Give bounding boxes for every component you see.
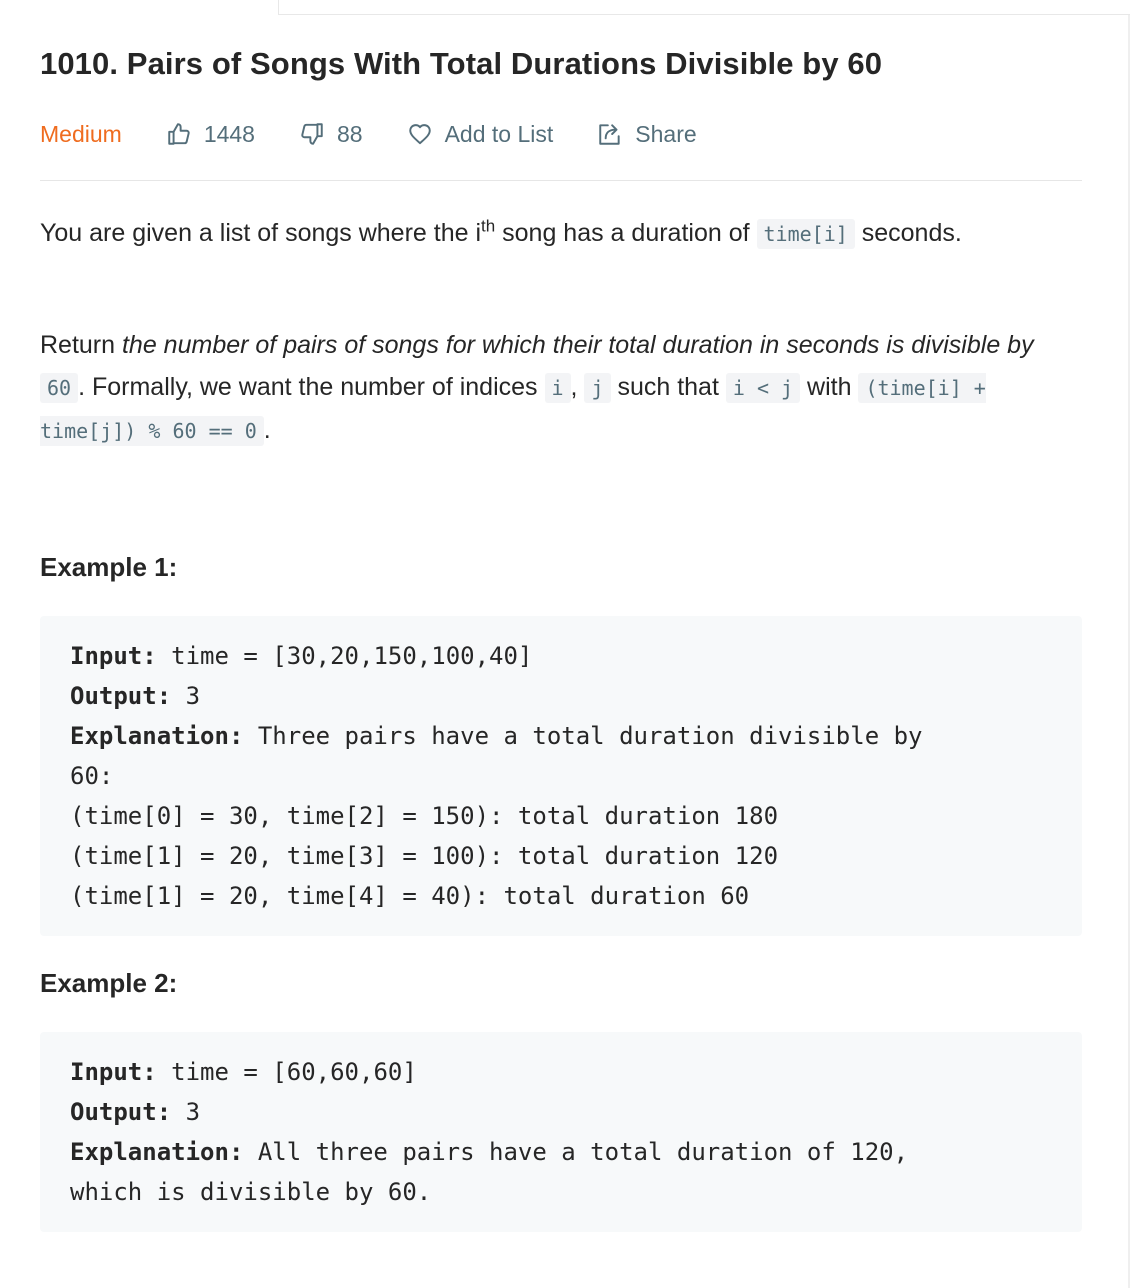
example-explanation-line: Explanation: Three pairs have a total du… — [70, 716, 1052, 756]
example-output-line: Output: 3 — [70, 676, 1052, 716]
output-label: Output: — [70, 1098, 172, 1126]
add-to-list-button[interactable]: Add to List — [407, 120, 554, 148]
desc-text: Return — [40, 331, 122, 359]
input-label: Input: — [70, 642, 157, 670]
example-input-line: Input: time = [30,20,150,100,40] — [70, 636, 1052, 676]
thumbs-up-icon — [168, 123, 190, 145]
dislike-count: 88 — [336, 120, 363, 147]
example-1-block: Input: time = [30,20,150,100,40] Output:… — [40, 616, 1082, 936]
desc-text: . — [263, 416, 271, 444]
example-explanation-line: (time[0] = 30, time[2] = 150): total dur… — [70, 802, 779, 830]
share-button[interactable]: Share — [597, 120, 697, 148]
desc-text: seconds. — [854, 219, 962, 247]
desc-superscript: th — [481, 216, 496, 236]
description-paragraph-2: Return the number of pairs of songs for … — [40, 324, 1070, 452]
header-divider — [40, 180, 1082, 181]
desc-text: with — [800, 373, 859, 401]
explanation-label: Explanation: — [70, 1138, 244, 1166]
heart-icon — [408, 124, 431, 145]
output-value: 3 — [171, 1098, 201, 1126]
problem-title: 1010. Pairs of Songs With Total Duration… — [40, 46, 883, 81]
desc-text: You are given a list of songs where the … — [40, 219, 482, 247]
description-paragraph-1: You are given a list of songs where the … — [40, 212, 1070, 255]
desc-text: , — [570, 373, 585, 401]
explanation-label: Explanation: — [70, 722, 244, 750]
inline-code: 60 — [40, 373, 79, 403]
share-label: Share — [635, 120, 697, 147]
inline-code: time[i] — [756, 219, 855, 249]
add-to-list-label: Add to List — [444, 120, 554, 147]
example-output-line: Output: 3 — [70, 1092, 1052, 1132]
example-input-line: Input: time = [60,60,60] — [70, 1052, 1052, 1092]
problem-meta-bar: Medium 1448 88 Add to List Share — [40, 116, 741, 152]
top-tab-border — [278, 0, 1130, 15]
share-icon — [599, 124, 620, 145]
like-button[interactable]: 1448 — [166, 121, 255, 148]
input-value: time = [30,20,150,100,40] — [156, 642, 533, 670]
example-explanation-line: 60: — [70, 762, 114, 790]
desc-text: such that — [610, 373, 726, 401]
input-label: Input: — [70, 1058, 157, 1086]
example-explanation-line: (time[1] = 20, time[3] = 100): total dur… — [70, 842, 779, 870]
dislike-button[interactable]: 88 — [299, 121, 363, 148]
like-count: 1448 — [203, 120, 255, 147]
thumbs-down-icon — [301, 123, 323, 145]
example-2-block: Input: time = [60,60,60] Output: 3 Expla… — [40, 1032, 1082, 1232]
example-2-title: Example 2: — [40, 968, 178, 998]
difficulty-badge: Medium — [40, 120, 122, 147]
inline-code: i < j — [725, 373, 801, 403]
desc-text: . Formally, we want the number of indice… — [78, 373, 545, 401]
inline-code: j — [584, 373, 611, 403]
output-label: Output: — [70, 682, 172, 710]
explanation-text: Three pairs have a total duration divisi… — [243, 722, 923, 750]
example-1-title: Example 1: — [40, 552, 178, 582]
example-explanation-line: which is divisible by 60. — [70, 1178, 432, 1206]
output-value: 3 — [171, 682, 201, 710]
inline-code: i — [544, 373, 571, 403]
explanation-text: All three pairs have a total duration of… — [243, 1138, 909, 1166]
input-value: time = [60,60,60] — [156, 1058, 417, 1086]
example-explanation-line: (time[1] = 20, time[4] = 40): total dura… — [70, 882, 750, 910]
desc-emphasis: the number of pairs of songs for which t… — [121, 331, 1034, 359]
example-explanation-line: Explanation: All three pairs have a tota… — [70, 1132, 1052, 1172]
desc-text: song has a duration of — [495, 219, 757, 247]
